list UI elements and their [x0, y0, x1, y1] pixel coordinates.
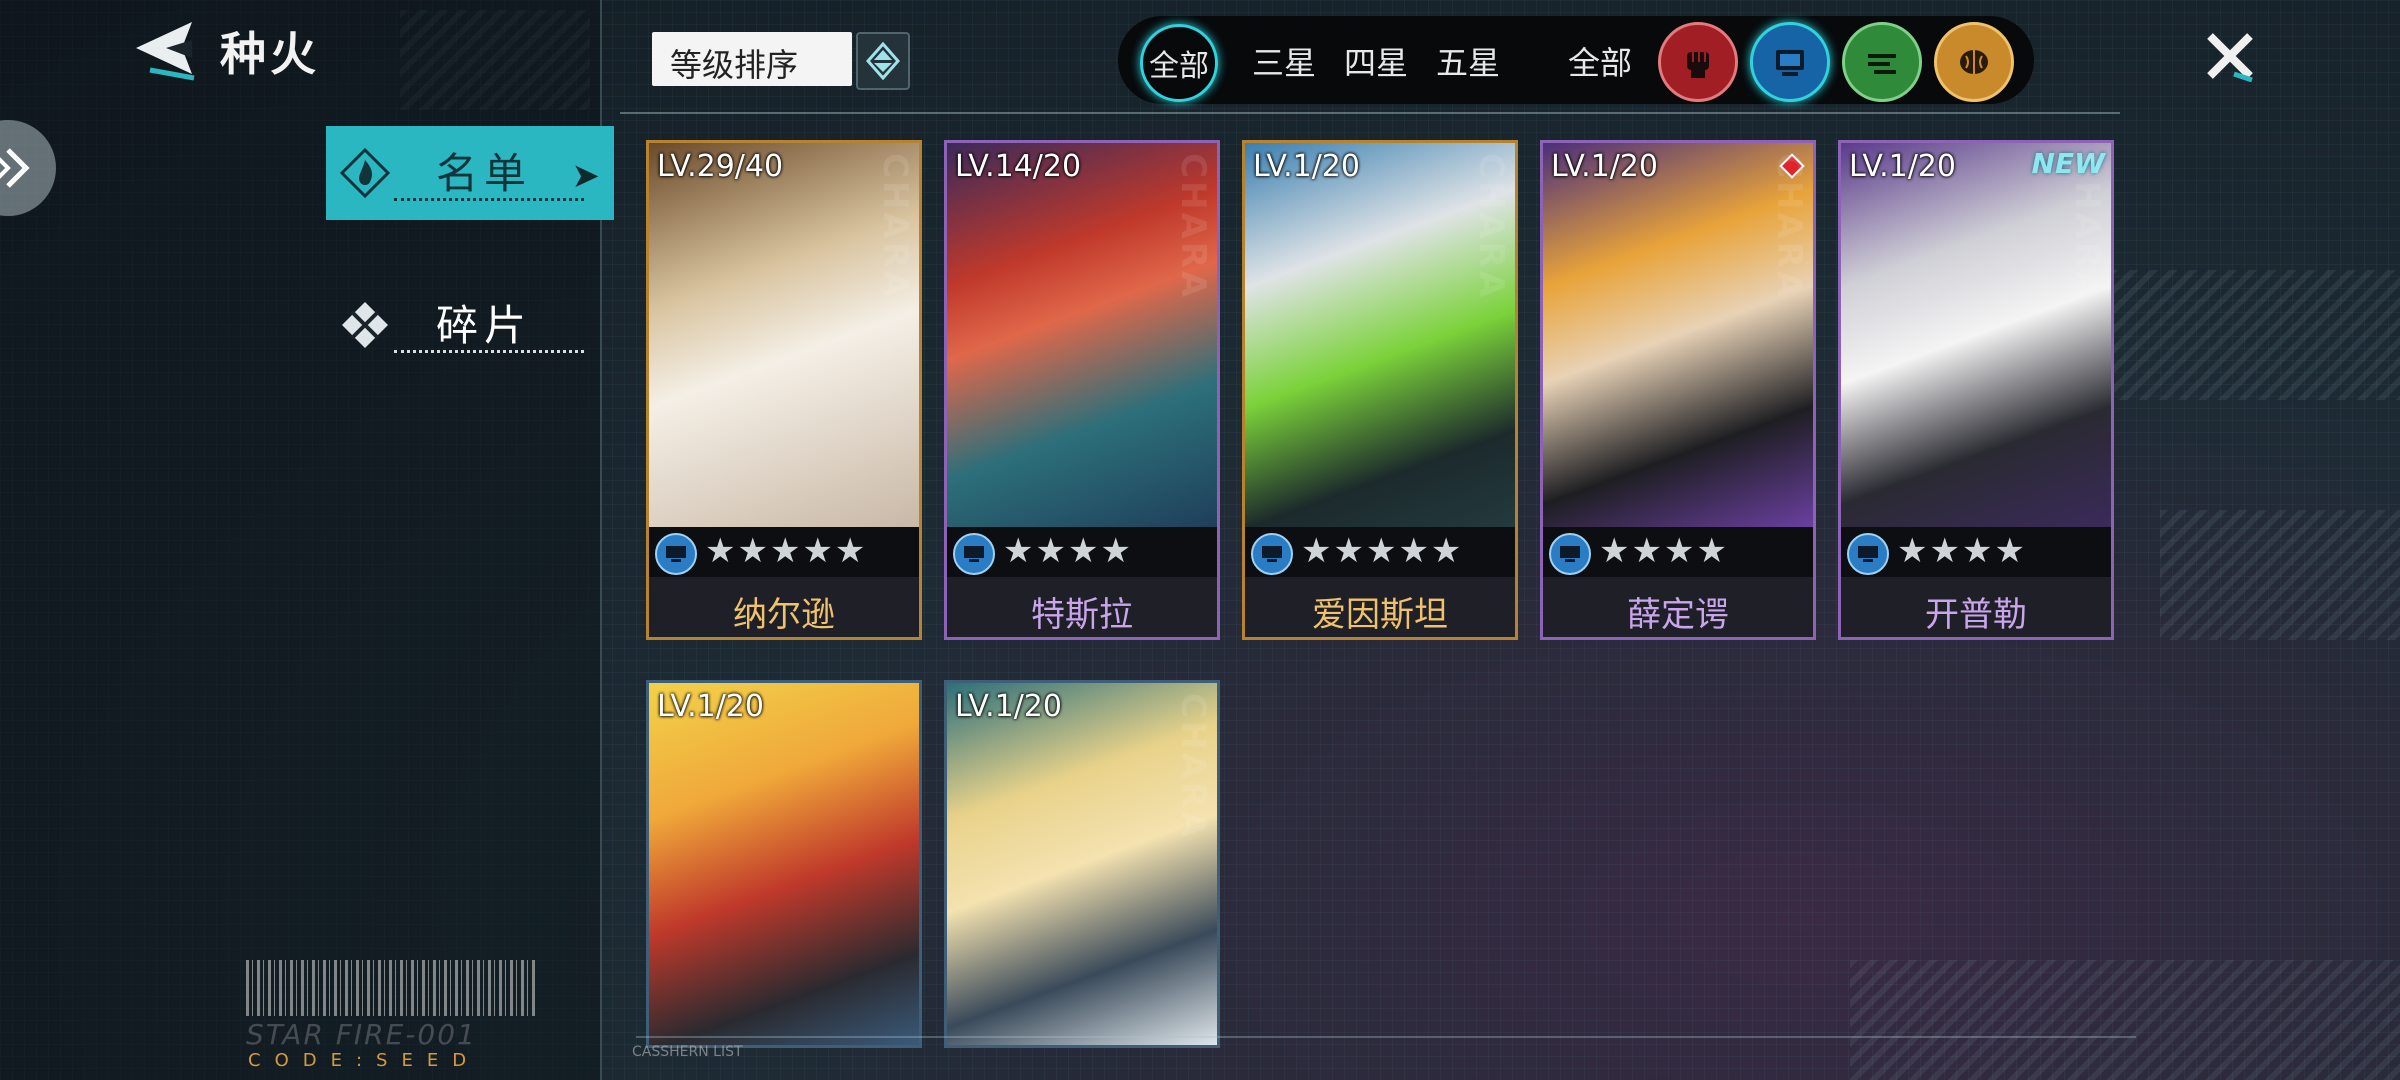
character-card[interactable]: CHARA LV.29/40 ★★★★★ 纳尔逊 [646, 140, 922, 640]
filter-class-chip[interactable] [1750, 22, 1830, 102]
name-bar: 爱因斯坦 [1245, 577, 1515, 637]
sort-order-toggle[interactable] [856, 32, 910, 90]
sort-dropdown[interactable]: 等级排序 [652, 32, 852, 86]
card-watermark: CHARA [1769, 153, 1809, 301]
side-expand-button[interactable] [0, 120, 56, 216]
star-row: ★★★★ [947, 527, 1217, 577]
star-rating: ★★★★★ [705, 531, 868, 571]
star-row: ★★★★ [1841, 527, 2111, 577]
character-name: 开普勒 [1925, 595, 2027, 635]
tab-fragments[interactable]: 碎片 [326, 278, 614, 372]
left-panel: 种火 名单 ➤ 碎片 STAR FIRE-001 CODE:SEED [0, 0, 614, 1080]
star-row: ★★★★★ [649, 527, 919, 577]
tab-underline [394, 350, 584, 353]
chip-icon [1776, 50, 1804, 76]
filter-class-all[interactable]: 全部 [1568, 38, 1632, 84]
tab-roster-label: 名单 [436, 149, 533, 198]
divider [620, 112, 2120, 114]
level-label: LV.1/20 [1551, 149, 1658, 184]
character-card[interactable]: CHARA LV.1/20 ★★★★ 薛定谔 [1540, 140, 1816, 640]
name-bar: 特斯拉 [947, 577, 1217, 637]
star-rating: ★★★★★ [1301, 531, 1464, 571]
character-card[interactable]: LV.1/20 [646, 680, 922, 1048]
character-name: 薛定谔 [1627, 595, 1729, 635]
level-label: LV.1/20 [955, 689, 1062, 724]
chip-icon [953, 533, 995, 575]
level-label: LV.29/40 [657, 149, 784, 184]
character-name: 特斯拉 [1031, 595, 1133, 635]
character-name: 纳尔逊 [733, 595, 835, 635]
level-label: LV.1/20 [1849, 149, 1956, 184]
close-icon [2207, 33, 2253, 83]
card-watermark: CHARA [875, 153, 915, 301]
tab-fragments-label: 碎片 [436, 301, 533, 350]
filter-class-brain[interactable] [1934, 22, 2014, 102]
star-rating: ★★★★ [1897, 531, 2027, 571]
close-button[interactable] [2204, 30, 2256, 83]
chip-icon [1251, 533, 1293, 575]
card-watermark: CHARA [1173, 153, 1213, 301]
chip-icon [1847, 533, 1889, 575]
sort-label: 等级排序 [670, 46, 799, 84]
filter-bar: 全部 三星 四星 五星 全部 [1118, 16, 2034, 104]
name-bar: 纳尔逊 [649, 577, 919, 637]
back-button[interactable] [130, 18, 200, 82]
starfire-text: STAR FIRE-001 [246, 1018, 477, 1051]
code-seed-text: CODE:SEED [248, 1050, 481, 1071]
decor-hatch [2160, 510, 2400, 640]
character-card[interactable]: CHARA LV.14/20 ★★★★ 特斯拉 [944, 140, 1220, 640]
flame-badge-icon [340, 148, 390, 198]
level-label: LV.14/20 [955, 149, 1082, 184]
tab-roster[interactable]: 名单 ➤ [326, 126, 614, 220]
sort-toggle-icon [865, 41, 901, 81]
name-bar: 薛定谔 [1543, 577, 1813, 637]
chip-icon [655, 533, 697, 575]
fragment-icon [342, 302, 388, 348]
filter-four-star[interactable]: 四星 [1344, 38, 1408, 84]
back-arrow-icon [136, 22, 195, 81]
filter-class-fist[interactable] [1658, 22, 1738, 102]
character-portrait [649, 683, 919, 1045]
level-label: LV.1/20 [657, 689, 764, 724]
decor-hatch [1850, 960, 2400, 1080]
star-row: ★★★★★ [1245, 527, 1515, 577]
chip-icon [1549, 533, 1591, 575]
filter-five-star[interactable]: 五星 [1436, 38, 1500, 84]
character-card[interactable]: CHARA LV.1/20 ★★★★★ 爱因斯坦 [1242, 140, 1518, 640]
filter-three-star[interactable]: 三星 [1252, 38, 1316, 84]
circuit-icon [1868, 54, 1896, 74]
filter-star-all[interactable]: 全部 [1140, 24, 1218, 102]
divider [636, 1036, 2136, 1038]
card-watermark: CHARA [1471, 153, 1511, 301]
brain-icon [1960, 50, 1988, 74]
chevron-right-icon [0, 148, 30, 188]
fist-icon [1687, 52, 1709, 78]
character-card[interactable]: NEW CHARA LV.1/20 ★★★★ 开普勒 [1838, 140, 2114, 640]
chevron-right-icon: ➤ [571, 156, 601, 196]
tab-underline [394, 198, 584, 201]
name-bar: 开普勒 [1841, 577, 2111, 637]
star-row: ★★★★ [1543, 527, 1813, 577]
card-watermark: CHARA [2067, 153, 2107, 301]
filter-class-circuit[interactable] [1842, 22, 1922, 102]
list-tag: CASSHERN LIST [632, 1044, 743, 1060]
level-label: LV.1/20 [1253, 149, 1360, 184]
barcode-decor [246, 960, 536, 1016]
page-title: 种火 [220, 27, 320, 81]
card-watermark: CHARA [1173, 693, 1213, 841]
character-card[interactable]: CHARA LV.1/20 [944, 680, 1220, 1048]
character-name: 爱因斯坦 [1312, 595, 1448, 635]
star-rating: ★★★★ [1003, 531, 1133, 571]
star-rating: ★★★★ [1599, 531, 1729, 571]
decor-hatch [2110, 270, 2400, 400]
